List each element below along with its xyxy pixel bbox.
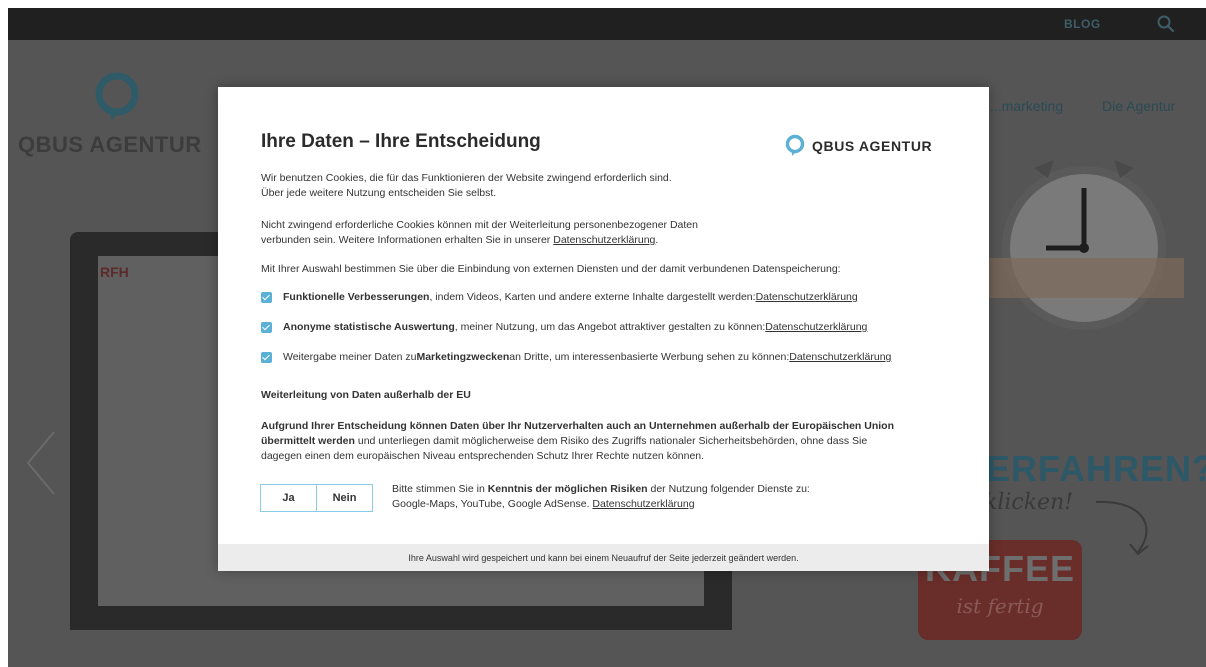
option-marketing[interactable]: Weitergabe meiner Daten zu Marketingzwec… bbox=[261, 350, 891, 364]
risk-line-3: dagegen einen dem europäischen Niveau en… bbox=[261, 450, 705, 462]
choice-intro-text: Mit Ihrer Auswahl bestimmen Sie über die… bbox=[261, 263, 841, 275]
option-marketing-prefix: Weitergabe meiner Daten zu bbox=[283, 351, 417, 363]
site-logo-text[interactable]: QBUS AGENTUR bbox=[18, 132, 202, 158]
cookie-consent-dialog: Ihre Daten – Ihre Entscheidung QBUS AGEN… bbox=[218, 87, 989, 571]
option-statistics-privacy-link[interactable]: Datenschutzerklärung bbox=[765, 321, 867, 333]
consent-note-suffix: der Nutzung folgender Dienste zu: bbox=[647, 483, 810, 495]
eu-transfer-heading: Weiterleitung von Daten außerhalb der EU bbox=[261, 389, 471, 401]
curved-arrow-icon bbox=[1095, 500, 1149, 556]
nav-item-die-agentur[interactable]: Die Agentur bbox=[1102, 98, 1175, 114]
intro-line-1: Wir benutzen Cookies, die für das Funkti… bbox=[261, 172, 672, 184]
top-bar: BLOG bbox=[8, 8, 1206, 40]
consent-privacy-link[interactable]: Datenschutzerklärung bbox=[592, 498, 694, 510]
option-marketing-text: an Dritte, um interessenbasierte Werbung… bbox=[509, 351, 790, 363]
option-marketing-privacy-link[interactable]: Datenschutzerklärung bbox=[789, 351, 891, 363]
consent-note-services: Google-Maps, YouTube, Google AdSense. bbox=[392, 498, 593, 510]
consent-note: Bitte stimmen Sie in Kenntnis der möglic… bbox=[392, 482, 810, 512]
laptop-brand: RFH bbox=[100, 264, 129, 280]
option-functional-text: , indem Videos, Karten und andere extern… bbox=[429, 291, 756, 303]
blog-link[interactable]: BLOG bbox=[1064, 17, 1101, 31]
option-statistics-text: , meiner Nutzung, um das Angebot attrakt… bbox=[454, 321, 766, 333]
dialog-title: Ihre Daten – Ihre Entscheidung bbox=[261, 131, 541, 152]
kaffee-badge-subtitle: ist fertig bbox=[956, 594, 1044, 618]
cookies-line-2: verbunden sein. Weitere Informationen er… bbox=[261, 234, 554, 246]
option-marketing-title: Marketingzwecken bbox=[416, 351, 510, 363]
risk-line-2-bold: übermittelt werden bbox=[261, 435, 355, 447]
site-logo-icon[interactable] bbox=[90, 70, 144, 124]
promo-script: klicken! bbox=[984, 490, 1074, 515]
dialog-footer-note: Ihre Auswahl wird gespeichert und kann b… bbox=[218, 544, 989, 571]
dialog-logo: QBUS AGENTUR bbox=[784, 134, 932, 158]
consent-note-bold: Kenntnis der möglichen Risiken bbox=[487, 483, 648, 495]
checkbox-checked-icon[interactable] bbox=[261, 321, 272, 333]
risk-line-1: Aufgrund Ihrer Entscheidung können Daten… bbox=[261, 420, 894, 432]
risk-line-2: und unterliegen damit möglicherweise dem… bbox=[354, 435, 868, 447]
checkbox-checked-icon[interactable] bbox=[261, 351, 272, 363]
alarm-clock-icon bbox=[984, 160, 1184, 330]
option-statistics[interactable]: Anonyme statistische Auswertung, meiner … bbox=[261, 320, 867, 334]
no-button[interactable]: Nein bbox=[316, 485, 372, 511]
option-statistics-title: Anonyme statistische Auswertung bbox=[283, 321, 455, 333]
cookies-line-2-end: . bbox=[655, 234, 659, 246]
intro-line-2: Über jede weitere Nutzung entscheiden Si… bbox=[261, 187, 497, 199]
intro-text: Wir benutzen Cookies, die für das Funkti… bbox=[261, 171, 672, 201]
dialog-logo-text: QBUS AGENTUR bbox=[812, 138, 933, 154]
eu-risk-text: Aufgrund Ihrer Entscheidung können Daten… bbox=[261, 419, 894, 464]
option-functional-privacy-link[interactable]: Datenschutzerklärung bbox=[756, 291, 858, 303]
promo-title: ERFAHREN? bbox=[986, 448, 1206, 489]
qbus-logo-icon bbox=[785, 134, 805, 156]
consent-note-prefix: Bitte stimmen Sie in bbox=[392, 483, 488, 495]
privacy-policy-link[interactable]: Datenschutzerklärung bbox=[553, 234, 655, 246]
search-icon[interactable] bbox=[1156, 14, 1176, 34]
consent-button-group: Ja Nein bbox=[260, 484, 373, 512]
nav-item-marketing[interactable]: ...marketing bbox=[990, 98, 1063, 114]
option-functional-title: Funktionelle Verbesserungen bbox=[283, 291, 430, 303]
yes-button[interactable]: Ja bbox=[261, 485, 316, 511]
option-functional[interactable]: Funktionelle Verbesserungen, indem Video… bbox=[261, 290, 858, 304]
chevron-left-icon[interactable] bbox=[22, 428, 60, 498]
cookies-line-1: Nicht zwingend erforderliche Cookies kön… bbox=[261, 219, 698, 231]
checkbox-checked-icon[interactable] bbox=[261, 291, 272, 303]
cookies-text: Nicht zwingend erforderliche Cookies kön… bbox=[261, 218, 698, 248]
